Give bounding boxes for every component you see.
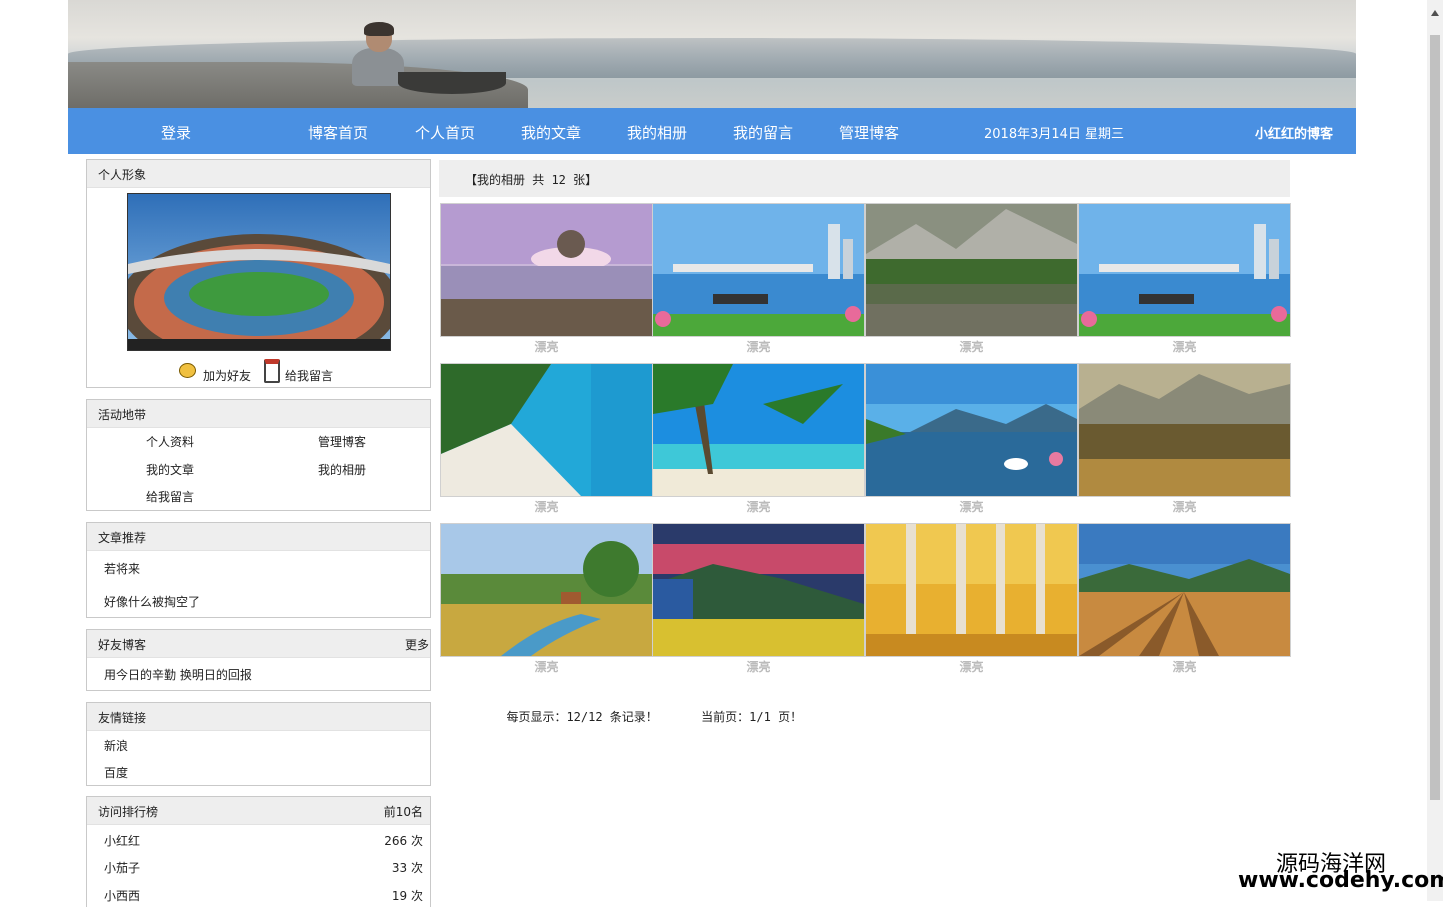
friend-link-baidu[interactable]: 百度 <box>104 764 128 781</box>
nav-date: 2018年3月14日 星期三 <box>984 127 1125 142</box>
album-photo[interactable] <box>865 363 1078 497</box>
nav-my-album[interactable]: 我的相册 <box>627 122 687 143</box>
recommend-panel: 文章推荐 若将来 好像什么被掏空了 <box>86 522 431 618</box>
nav-blog-owner[interactable]: 小红红的博客 <box>1255 123 1333 142</box>
add-friend-link[interactable]: 加为好友 <box>203 367 251 384</box>
ranking-name[interactable]: 小茄子 <box>104 859 140 876</box>
album-title: 【我的相册 共 12 张】 <box>465 173 598 187</box>
panel-title: 访问排行榜 <box>98 805 159 819</box>
friend-link-sina[interactable]: 新浪 <box>104 737 128 754</box>
leave-message-link[interactable]: 给我留言 <box>285 367 333 384</box>
nav-my-articles[interactable]: 我的文章 <box>521 122 581 143</box>
scroll-up-arrow-icon[interactable] <box>1431 10 1439 16</box>
ranking-panel: 访问排行榜 前10名 小红红 266 次 小茄子 33 次 小西西 19 次 <box>86 796 431 907</box>
nav-manage-blog[interactable]: 管理博客 <box>839 122 899 143</box>
profile-panel: 个人形象 加为好友 给我留言 <box>86 159 431 388</box>
pager: 每页显示：12/12 条记录！ 当前页：1/1 页！ <box>492 694 802 725</box>
photo-caption: 漂亮 <box>959 500 984 514</box>
top-nav: 登录 博客首页 个人首页 我的文章 我的相册 我的留言 管理博客 2018年3月… <box>68 108 1356 154</box>
album-photo[interactable] <box>865 203 1078 337</box>
activity-message-link[interactable]: 给我留言 <box>146 488 194 505</box>
photo-caption: 漂亮 <box>1172 660 1197 674</box>
photo-caption: 漂亮 <box>959 660 984 674</box>
header-banner <box>68 0 1356 108</box>
vertical-scrollbar[interactable] <box>1427 0 1443 901</box>
banner-boat <box>398 72 506 94</box>
profile-avatar <box>127 193 391 351</box>
photo-caption: 漂亮 <box>746 340 771 354</box>
ranking-name[interactable]: 小红红 <box>104 832 140 849</box>
nav-blog-home[interactable]: 博客首页 <box>308 122 368 143</box>
panel-title: 个人形象 <box>98 168 147 182</box>
scrollbar-thumb[interactable] <box>1430 35 1440 800</box>
watermark-url: www.codehy.com <box>1238 868 1443 893</box>
album-photo[interactable] <box>440 363 653 497</box>
activity-manage-link[interactable]: 管理博客 <box>318 433 366 450</box>
ranking-top-label: 前10名 <box>383 805 423 819</box>
friends-more-link[interactable]: 更多 <box>405 636 429 653</box>
photo-caption: 漂亮 <box>746 660 771 674</box>
album-photo[interactable] <box>652 523 865 657</box>
ranking-count: 33 次 <box>391 861 423 875</box>
activity-album-link[interactable]: 我的相册 <box>318 461 366 478</box>
friend-blog-link[interactable]: 用今日的辛勤 换明日的回报 <box>104 666 252 683</box>
nav-login[interactable]: 登录 <box>161 122 191 143</box>
album-photo[interactable] <box>1078 203 1291 337</box>
smiley-icon <box>179 363 196 378</box>
album-photo[interactable] <box>440 523 653 657</box>
album-header: 【我的相册 共 12 张】 <box>439 160 1290 197</box>
ranking-count: 266 次 <box>384 834 423 848</box>
photo-caption: 漂亮 <box>534 500 559 514</box>
album-photo[interactable] <box>652 203 865 337</box>
ranking-name[interactable]: 小西西 <box>104 887 140 904</box>
photo-caption: 漂亮 <box>1172 340 1197 354</box>
pager-per-page: 每页显示：12/12 条记录！ <box>506 710 658 724</box>
album-photo[interactable] <box>652 363 865 497</box>
pager-current: 当前页：1/1 页！ <box>701 710 803 724</box>
activity-panel: 活动地带 个人资料 管理博客 我的文章 我的相册 给我留言 <box>86 399 431 511</box>
activity-articles-link[interactable]: 我的文章 <box>146 461 194 478</box>
panel-title: 文章推荐 <box>98 531 147 545</box>
activity-profile-link[interactable]: 个人资料 <box>146 433 194 450</box>
photo-caption: 漂亮 <box>959 340 984 354</box>
mailbox-icon <box>264 359 280 383</box>
album-photo[interactable] <box>440 203 653 337</box>
photo-caption: 漂亮 <box>1172 500 1197 514</box>
photo-caption: 漂亮 <box>746 500 771 514</box>
friends-panel: 好友博客 更多 用今日的辛勤 换明日的回报 <box>86 629 431 691</box>
recommend-article-link[interactable]: 好像什么被掏空了 <box>104 593 200 610</box>
album-photo[interactable] <box>1078 523 1291 657</box>
panel-title: 活动地带 <box>98 408 147 422</box>
photo-caption: 漂亮 <box>534 660 559 674</box>
ranking-count: 19 次 <box>391 889 423 903</box>
album-photo[interactable] <box>1078 363 1291 497</box>
links-panel: 友情链接 新浪 百度 <box>86 702 431 786</box>
photo-caption: 漂亮 <box>534 340 559 354</box>
album-photo[interactable] <box>865 523 1078 657</box>
panel-title: 友情链接 <box>98 711 147 725</box>
nav-my-messages[interactable]: 我的留言 <box>733 122 793 143</box>
panel-title: 好友博客 <box>98 638 147 652</box>
nav-personal-home[interactable]: 个人首页 <box>415 122 475 143</box>
recommend-article-link[interactable]: 若将来 <box>104 560 140 577</box>
